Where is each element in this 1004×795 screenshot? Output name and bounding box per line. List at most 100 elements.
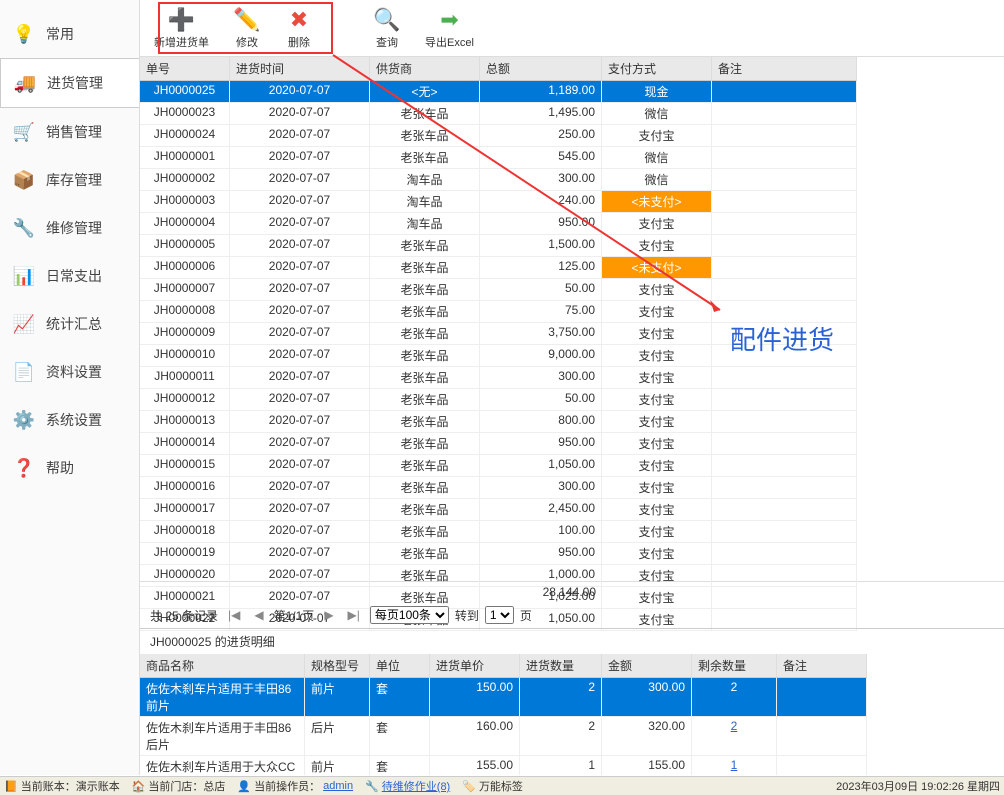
- arrow-right-icon: ➡: [435, 6, 463, 34]
- col-header[interactable]: 进货时间: [230, 57, 370, 81]
- toolbar: ➕ 新增进货单 ✏️ 修改 ✖ 删除 🔍 查询 ➡ 导出Excel: [140, 0, 1004, 57]
- table-row[interactable]: JH00000092020-07-07老张车品3,750.00支付宝: [140, 323, 1004, 345]
- goto-select[interactable]: 1: [485, 606, 514, 624]
- table-row[interactable]: JH00000022020-07-07淘车品300.00微信: [140, 169, 1004, 191]
- table-row[interactable]: JH00000192020-07-07老张车品950.00支付宝: [140, 543, 1004, 565]
- purchase-grid: 单号进货时间供货商总额支付方式备注 JH00000252020-07-07<无>…: [140, 57, 1004, 602]
- table-row[interactable]: JH00000062020-07-07老张车品125.00<未支付>: [140, 257, 1004, 279]
- col-header[interactable]: 供货商: [370, 57, 480, 81]
- sidebar-icon: 🛒: [12, 120, 36, 144]
- sidebar-icon: ⚙️: [12, 408, 36, 432]
- table-row[interactable]: JH00000082020-07-07老张车品75.00支付宝: [140, 301, 1004, 323]
- table-row[interactable]: 佐佐木刹车片适用于大众CC 前片前片套155.001155.001: [140, 756, 1004, 775]
- sidebar-item-8[interactable]: ⚙️ 系统设置: [0, 396, 139, 444]
- remaining-link[interactable]: 2: [692, 717, 777, 756]
- sb-account: 📙当前账本：演示账本: [4, 778, 120, 794]
- pager-last-button[interactable]: ▶|: [344, 608, 364, 622]
- sidebar-item-label: 库存管理: [46, 170, 102, 190]
- query-button[interactable]: 🔍 查询: [369, 4, 405, 52]
- col-header[interactable]: 金额: [602, 654, 692, 678]
- table-row[interactable]: JH00000152020-07-07老张车品1,050.00支付宝: [140, 455, 1004, 477]
- sidebar-item-label: 维修管理: [46, 218, 102, 238]
- sb-task: 🔧待维修作业(8): [365, 778, 450, 794]
- sidebar-item-label: 销售管理: [46, 122, 102, 142]
- col-header[interactable]: 商品名称: [140, 654, 305, 678]
- table-row[interactable]: JH00000132020-07-07老张车品800.00支付宝: [140, 411, 1004, 433]
- col-header[interactable]: 单号: [140, 57, 230, 81]
- main-area: ➕ 新增进货单 ✏️ 修改 ✖ 删除 🔍 查询 ➡ 导出Excel 单号进货时间: [140, 0, 1004, 775]
- table-row[interactable]: 佐佐木刹车片适用于丰田86 后片后片套160.002320.002: [140, 717, 1004, 756]
- table-row[interactable]: JH00000142020-07-07老张车品950.00支付宝: [140, 433, 1004, 455]
- table-row[interactable]: JH00000112020-07-07老张车品300.00支付宝: [140, 367, 1004, 389]
- table-row[interactable]: JH00000162020-07-07老张车品300.00支付宝: [140, 477, 1004, 499]
- sidebar-icon: 💡: [12, 22, 36, 46]
- col-header[interactable]: 进货数量: [520, 654, 602, 678]
- sidebar-item-label: 日常支出: [46, 266, 102, 286]
- sidebar: 💡 常用 🚚进货管理 🛒 销售管理 📦 库存管理 🔧维修管理📊日常支出 📈 统计汇总 📄 资料设置 ⚙️…: [0, 0, 140, 775]
- detail-header: 商品名称规格型号单位进货单价进货数量金额剩余数量备注: [140, 654, 1004, 678]
- col-header[interactable]: 规格型号: [305, 654, 370, 678]
- sidebar-item-7[interactable]: 📄 资料设置: [0, 348, 139, 396]
- sidebar-item-1[interactable]: 🚚进货管理: [0, 58, 139, 108]
- table-row[interactable]: JH00000032020-07-07淘车品240.00<未支付>: [140, 191, 1004, 213]
- sidebar-item-3[interactable]: 📦 库存管理: [0, 156, 139, 204]
- table-row[interactable]: JH00000102020-07-07老张车品9,000.00支付宝: [140, 345, 1004, 367]
- table-row[interactable]: JH00000042020-07-07淘车品950.00支付宝: [140, 213, 1004, 235]
- sidebar-item-5[interactable]: 📊日常支出: [0, 252, 139, 300]
- table-row[interactable]: JH00000122020-07-07老张车品50.00支付宝: [140, 389, 1004, 411]
- sidebar-item-4[interactable]: 🔧维修管理: [0, 204, 139, 252]
- sb-operator: 👤当前操作员：admin: [237, 778, 353, 794]
- sidebar-item-6[interactable]: 📈 统计汇总: [0, 300, 139, 348]
- sidebar-item-label: 系统设置: [46, 410, 102, 430]
- export-label: 导出Excel: [425, 34, 474, 50]
- sidebar-item-2[interactable]: 🛒 销售管理: [0, 108, 139, 156]
- col-header[interactable]: 支付方式: [602, 57, 712, 81]
- sidebar-icon: 📄: [12, 360, 36, 384]
- table-row[interactable]: JH00000052020-07-07老张车品1,500.00支付宝: [140, 235, 1004, 257]
- table-row[interactable]: JH00000252020-07-07<无>1,189.00现金: [140, 81, 1004, 103]
- pager-first-button[interactable]: |◀: [224, 608, 244, 622]
- edit-button[interactable]: ✏️ 修改: [229, 4, 265, 52]
- sidebar-item-label: 资料设置: [46, 362, 102, 382]
- table-row[interactable]: JH00000072020-07-07老张车品50.00支付宝: [140, 279, 1004, 301]
- grid-total-amount: 28,144.00: [480, 582, 602, 602]
- table-row[interactable]: JH00000242020-07-07老张车品250.00支付宝: [140, 125, 1004, 147]
- table-row[interactable]: JH00000172020-07-07老张车品2,450.00支付宝: [140, 499, 1004, 521]
- table-row[interactable]: JH00000182020-07-07老张车品100.00支付宝: [140, 521, 1004, 543]
- pager-summary: 共 25 条记录: [150, 607, 218, 624]
- sidebar-item-label: 统计汇总: [46, 314, 102, 334]
- col-header[interactable]: 备注: [712, 57, 857, 81]
- query-label: 查询: [376, 34, 398, 50]
- col-header[interactable]: 单位: [370, 654, 430, 678]
- grid-total-row: 28,144.00: [140, 581, 1004, 602]
- remaining-link[interactable]: 2: [692, 678, 777, 717]
- remaining-link[interactable]: 1: [692, 756, 777, 775]
- delete-label: 删除: [288, 34, 310, 50]
- sidebar-icon: ❓: [12, 456, 36, 480]
- col-header[interactable]: 剩余数量: [692, 654, 777, 678]
- pager: 共 25 条记录 |◀ ◀ 第1/1页 ▶ ▶| 每页100条 转到 1 页: [140, 602, 1004, 628]
- pager-page-unit: 页: [520, 607, 532, 624]
- pager-next-button[interactable]: ▶: [320, 608, 337, 622]
- cross-icon: ✖: [285, 6, 313, 34]
- pager-page: 第1/1页: [274, 607, 315, 624]
- sidebar-icon: 📈: [12, 312, 36, 336]
- export-button[interactable]: ➡ 导出Excel: [421, 4, 478, 52]
- table-row[interactable]: JH00000012020-07-07老张车品545.00微信: [140, 147, 1004, 169]
- col-header[interactable]: 备注: [777, 654, 867, 678]
- col-header[interactable]: 进货单价: [430, 654, 520, 678]
- sidebar-item-9[interactable]: ❓ 帮助: [0, 444, 139, 492]
- sidebar-item-label: 帮助: [46, 458, 74, 478]
- edit-label: 修改: [236, 34, 258, 50]
- sidebar-icon: 📦: [12, 168, 36, 192]
- sidebar-item-0[interactable]: 💡 常用: [0, 10, 139, 58]
- sidebar-item-label: 常用: [46, 24, 74, 44]
- pager-prev-button[interactable]: ◀: [250, 608, 267, 622]
- page-size-select[interactable]: 每页100条: [370, 606, 449, 624]
- delete-button[interactable]: ✖ 删除: [281, 4, 317, 52]
- col-header[interactable]: 总额: [480, 57, 602, 81]
- sb-tag: 🏷️万能标签: [462, 778, 523, 794]
- add-button[interactable]: ➕ 新增进货单: [150, 4, 213, 52]
- table-row[interactable]: 佐佐木刹车片适用于丰田86 前片前片套150.002300.002: [140, 678, 1004, 717]
- table-row[interactable]: JH00000232020-07-07老张车品1,495.00微信: [140, 103, 1004, 125]
